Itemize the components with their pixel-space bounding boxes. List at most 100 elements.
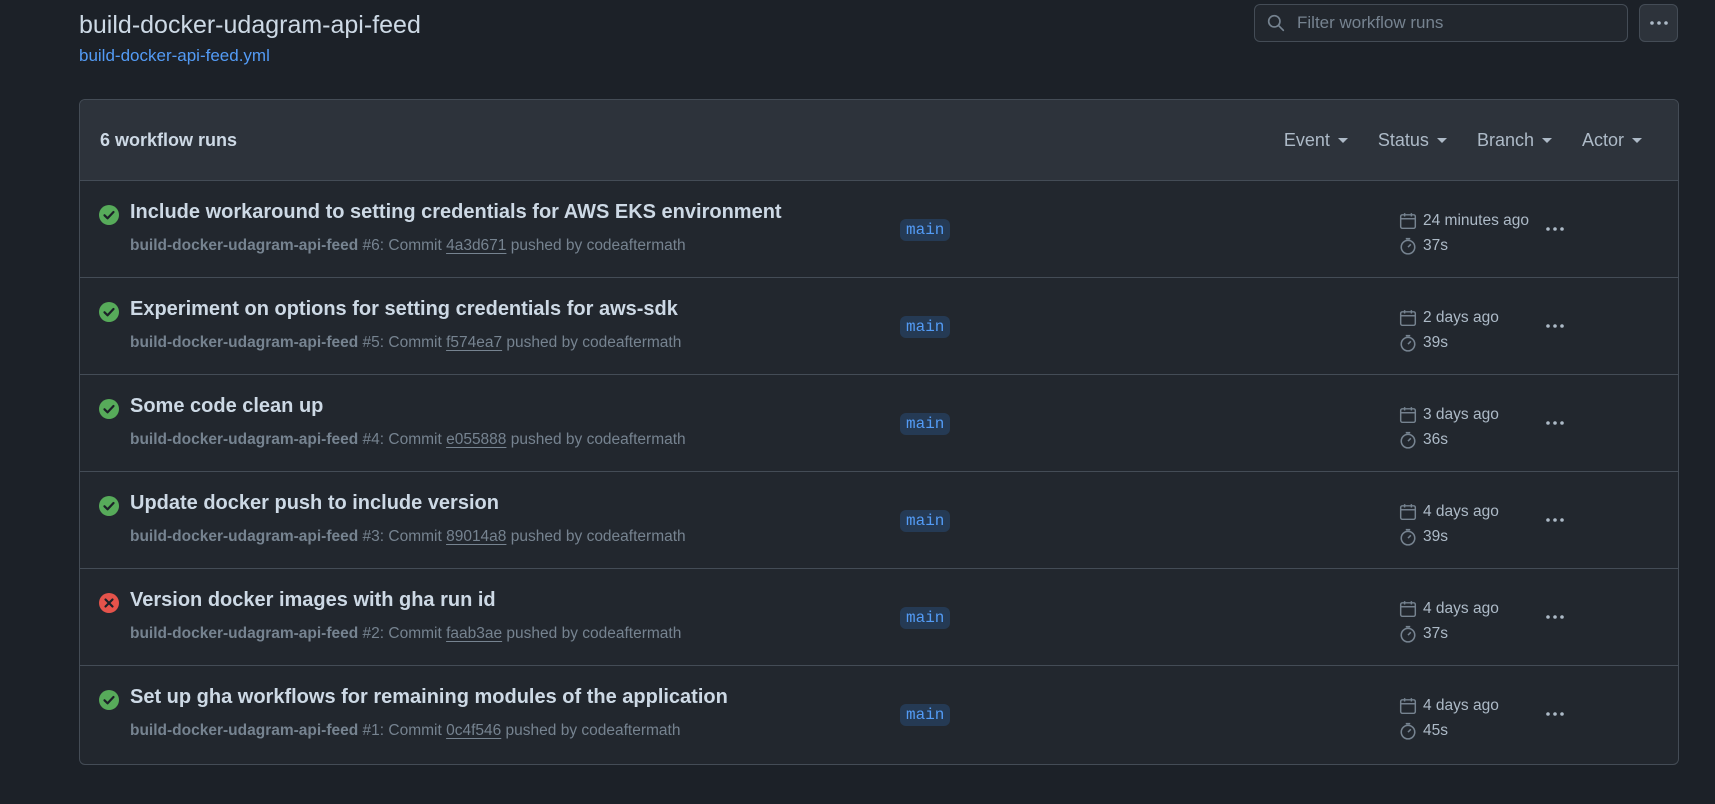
run-more-button[interactable] bbox=[1540, 605, 1570, 629]
actor-filter-dropdown[interactable]: Actor bbox=[1582, 130, 1642, 151]
branch-badge[interactable]: main bbox=[900, 413, 951, 435]
run-workflow-name: build-docker-udagram-api-feed bbox=[130, 722, 359, 739]
run-number-label: #6: Commit bbox=[358, 237, 447, 254]
workflow-more-button[interactable] bbox=[1639, 4, 1678, 42]
run-started-ago: 4 days ago bbox=[1423, 599, 1499, 617]
run-duration: 39s bbox=[1423, 333, 1448, 351]
branch-filter-dropdown[interactable]: Branch bbox=[1477, 130, 1552, 151]
workflow-title: build-docker-udagram-api-feed bbox=[79, 11, 421, 39]
run-title-link[interactable]: Update docker push to include version bbox=[130, 492, 499, 515]
run-time-info: 3 days ago 36s bbox=[1399, 402, 1499, 452]
run-duration: 37s bbox=[1423, 624, 1448, 642]
run-pushed-by: pushed by codeaftermath bbox=[501, 722, 681, 739]
run-started-ago: 4 days ago bbox=[1423, 696, 1499, 714]
workflow-run-row[interactable]: Set up gha workflows for remaining modul… bbox=[80, 666, 1678, 763]
actor-filter-label: Actor bbox=[1581, 129, 1624, 150]
run-more-button[interactable] bbox=[1540, 411, 1570, 435]
run-title-link[interactable]: Set up gha workflows for remaining modul… bbox=[130, 686, 728, 709]
commit-sha-link[interactable]: e055888 bbox=[446, 431, 506, 448]
runs-filters: Event Status Branch Actor bbox=[1284, 130, 1642, 151]
run-pushed-by: pushed by codeaftermath bbox=[502, 334, 682, 351]
run-duration: 45s bbox=[1423, 721, 1448, 739]
branch-filter-label: Branch bbox=[1476, 129, 1534, 150]
run-meta: build-docker-udagram-api-feed #1: Commit… bbox=[130, 722, 680, 740]
workflow-run-row[interactable]: Version docker images with gha run id bu… bbox=[80, 569, 1678, 666]
run-pushed-by: pushed by codeaftermath bbox=[502, 625, 682, 642]
run-time-info: 4 days ago 39s bbox=[1399, 499, 1499, 549]
commit-sha-link[interactable]: 89014a8 bbox=[446, 528, 506, 545]
caret-down-icon bbox=[1632, 137, 1642, 143]
run-pushed-by: pushed by codeaftermath bbox=[506, 431, 686, 448]
x-circle-icon bbox=[99, 593, 119, 613]
kebab-horizontal-icon bbox=[1649, 21, 1668, 25]
branch-badge[interactable]: main bbox=[900, 219, 951, 241]
run-workflow-name: build-docker-udagram-api-feed bbox=[130, 528, 359, 545]
branch-badge[interactable]: main bbox=[900, 510, 951, 532]
workflow-runs-list: 6 workflow runs Event Status Branch Acto… bbox=[79, 99, 1679, 765]
caret-down-icon bbox=[1337, 137, 1348, 143]
workflow-run-row[interactable]: Update docker push to include version bu… bbox=[80, 472, 1678, 569]
workflow-file-link[interactable]: build-docker-api-feed.yml bbox=[79, 44, 270, 68]
run-duration: 39s bbox=[1423, 527, 1448, 545]
run-started-ago: 2 days ago bbox=[1423, 308, 1499, 326]
check-circle-icon bbox=[99, 690, 119, 710]
kebab-horizontal-icon bbox=[1546, 518, 1564, 522]
commit-sha-link[interactable]: 0c4f546 bbox=[446, 722, 501, 739]
caret-down-icon bbox=[1541, 137, 1552, 143]
branch-badge[interactable]: main bbox=[900, 607, 951, 629]
workflow-run-row[interactable]: Include workaround to setting credential… bbox=[80, 181, 1678, 278]
run-more-button[interactable] bbox=[1540, 217, 1570, 241]
run-time-info: 24 minutes ago 37s bbox=[1399, 208, 1529, 258]
run-duration: 36s bbox=[1423, 430, 1448, 448]
calendar-icon bbox=[1399, 503, 1417, 520]
stopwatch-icon bbox=[1400, 528, 1416, 546]
stopwatch-icon bbox=[1400, 625, 1416, 643]
run-meta: build-docker-udagram-api-feed #3: Commit… bbox=[130, 528, 686, 546]
commit-sha-link[interactable]: f574ea7 bbox=[446, 334, 502, 351]
run-pushed-by: pushed by codeaftermath bbox=[506, 237, 686, 254]
stopwatch-icon bbox=[1400, 431, 1416, 449]
run-more-button[interactable] bbox=[1540, 508, 1570, 532]
kebab-horizontal-icon bbox=[1546, 615, 1564, 619]
event-filter-label: Event bbox=[1283, 129, 1330, 150]
run-title-link[interactable]: Version docker images with gha run id bbox=[130, 589, 496, 612]
commit-sha-link[interactable]: faab3ae bbox=[446, 625, 502, 642]
run-workflow-name: build-docker-udagram-api-feed bbox=[130, 625, 359, 642]
check-circle-icon bbox=[99, 205, 119, 225]
branch-badge[interactable]: main bbox=[900, 704, 951, 726]
stopwatch-icon bbox=[1400, 237, 1416, 255]
calendar-icon bbox=[1399, 406, 1417, 423]
run-title-link[interactable]: Some code clean up bbox=[130, 395, 323, 418]
workflow-run-row[interactable]: Experiment on options for setting creden… bbox=[80, 278, 1678, 375]
check-circle-icon bbox=[99, 302, 119, 322]
caret-down-icon bbox=[1436, 137, 1447, 143]
kebab-horizontal-icon bbox=[1546, 227, 1564, 231]
check-circle-icon bbox=[99, 496, 119, 516]
run-time-info: 2 days ago 39s bbox=[1399, 305, 1499, 355]
commit-sha-link[interactable]: 4a3d671 bbox=[446, 237, 506, 254]
run-meta: build-docker-udagram-api-feed #2: Commit… bbox=[130, 625, 681, 643]
event-filter-dropdown[interactable]: Event bbox=[1284, 130, 1348, 151]
run-number-label: #5: Commit bbox=[358, 334, 447, 351]
calendar-icon bbox=[1399, 600, 1417, 617]
filter-runs-input[interactable] bbox=[1295, 12, 1599, 34]
branch-badge[interactable]: main bbox=[900, 316, 951, 338]
filter-runs-field[interactable] bbox=[1254, 4, 1628, 42]
run-started-ago: 4 days ago bbox=[1423, 502, 1499, 520]
run-started-ago: 24 minutes ago bbox=[1423, 211, 1529, 229]
run-more-button[interactable] bbox=[1540, 702, 1570, 726]
kebab-horizontal-icon bbox=[1546, 324, 1564, 328]
run-pushed-by: pushed by codeaftermath bbox=[506, 528, 686, 545]
status-filter-dropdown[interactable]: Status bbox=[1378, 130, 1447, 151]
run-title-link[interactable]: Experiment on options for setting creden… bbox=[130, 298, 678, 321]
calendar-icon bbox=[1399, 309, 1417, 326]
run-number-label: #3: Commit bbox=[358, 528, 447, 545]
runs-list-header: 6 workflow runs Event Status Branch Acto… bbox=[80, 100, 1678, 181]
run-meta: build-docker-udagram-api-feed #6: Commit… bbox=[130, 237, 686, 255]
run-more-button[interactable] bbox=[1540, 314, 1570, 338]
kebab-horizontal-icon bbox=[1546, 421, 1564, 425]
run-title-link[interactable]: Include workaround to setting credential… bbox=[130, 201, 782, 224]
run-meta: build-docker-udagram-api-feed #4: Commit… bbox=[130, 431, 686, 449]
workflow-run-row[interactable]: Some code clean up build-docker-udagram-… bbox=[80, 375, 1678, 472]
search-icon bbox=[1267, 14, 1285, 32]
